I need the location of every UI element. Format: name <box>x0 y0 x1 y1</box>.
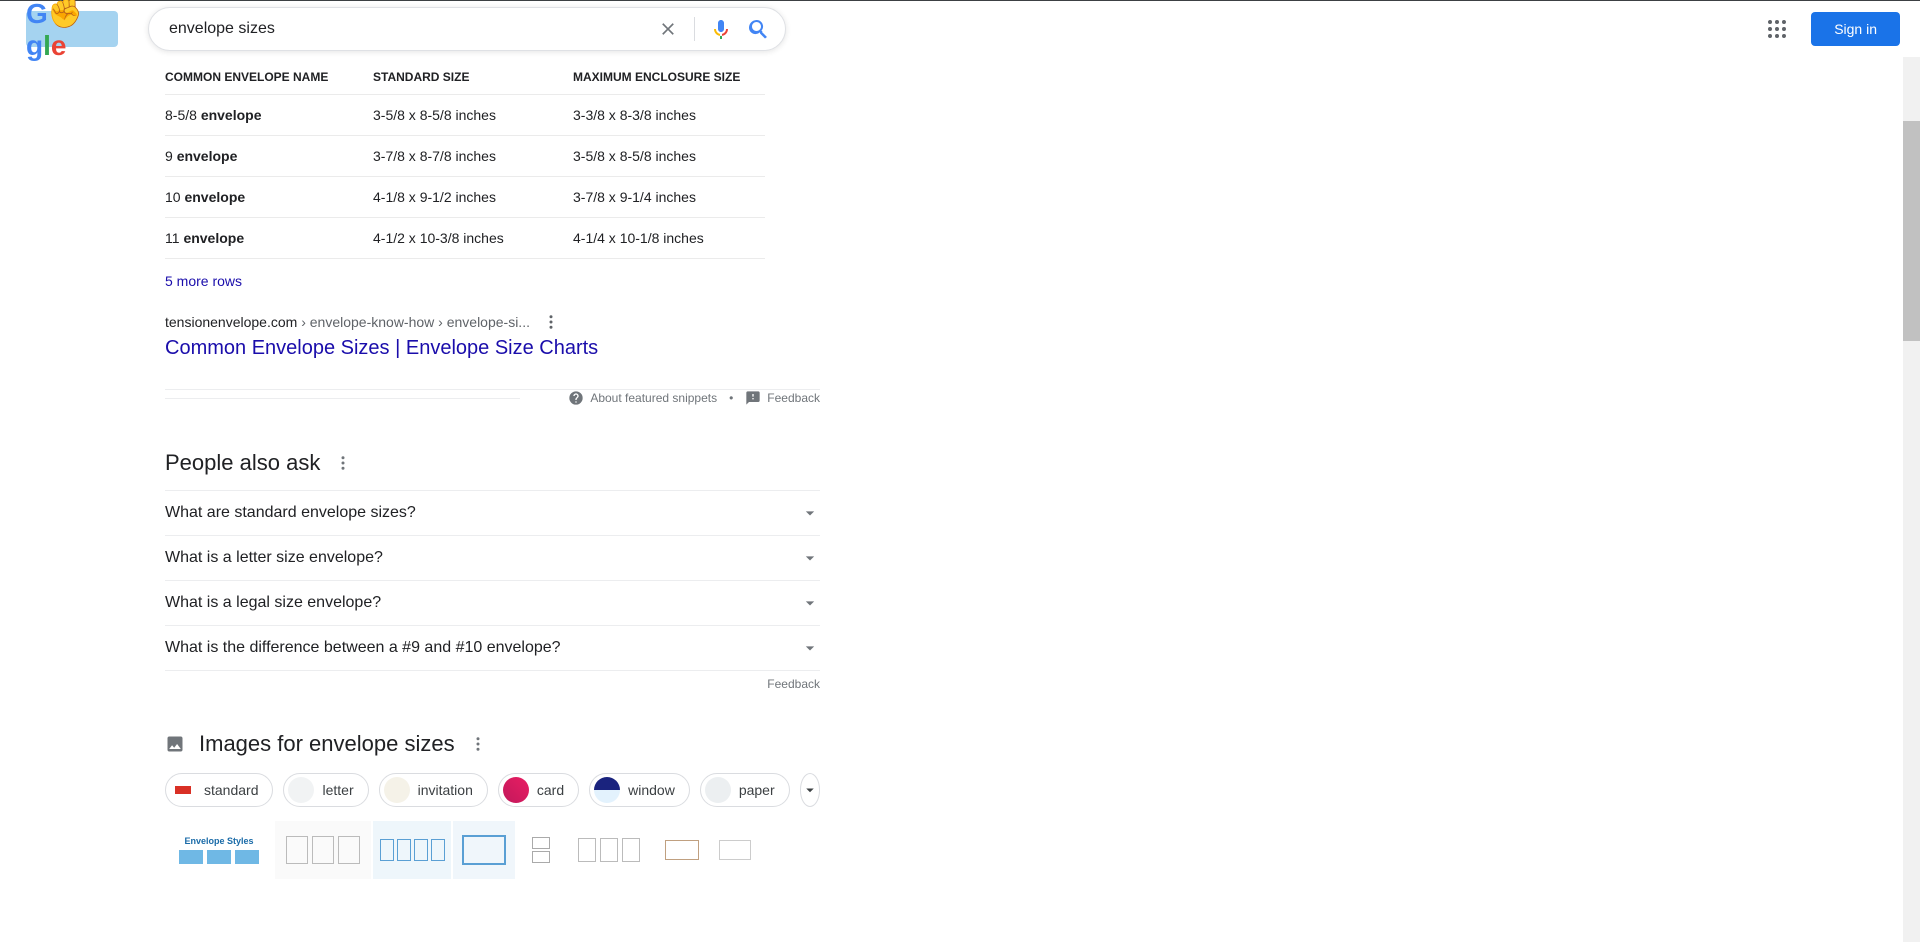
paa-question[interactable]: What is the difference between a #9 and … <box>165 626 820 671</box>
image-result[interactable] <box>453 821 515 879</box>
image-icon <box>165 734 185 754</box>
scrollbar-thumb[interactable] <box>1903 121 1920 341</box>
col-common-name: COMMON ENVELOPE NAME <box>165 62 373 95</box>
search-input[interactable] <box>169 8 656 50</box>
chip-paper[interactable]: paper <box>700 773 790 807</box>
table-row: 10 envelope 4-1/8 x 9-1/2 inches 3-7/8 x… <box>165 177 765 218</box>
chevron-down-icon <box>800 638 820 658</box>
result-menu-icon[interactable] <box>542 313 560 331</box>
chevron-down-icon <box>800 548 820 568</box>
image-result[interactable] <box>373 821 451 879</box>
images-menu-icon[interactable] <box>469 735 487 753</box>
image-gallery: Envelope Styles <box>165 821 820 879</box>
col-standard-size: STANDARD SIZE <box>373 62 573 95</box>
result-cite[interactable]: tensionenvelope.com › envelope-know-how … <box>165 314 530 330</box>
clear-icon[interactable] <box>656 17 680 41</box>
chip-card[interactable]: card <box>498 773 579 807</box>
col-max-enclosure: MAXIMUM ENCLOSURE SIZE <box>573 62 765 95</box>
about-featured-snippets-link[interactable]: About featured snippets <box>568 390 717 406</box>
image-result[interactable] <box>653 821 773 879</box>
people-also-ask-heading: People also ask <box>165 450 320 476</box>
image-result[interactable]: Envelope Styles <box>165 821 273 879</box>
chip-window[interactable]: window <box>589 773 690 807</box>
paa-question[interactable]: What is a letter size envelope? <box>165 536 820 581</box>
table-row: 8-5/8 envelope 3-5/8 x 8-5/8 inches 3-3/… <box>165 95 765 136</box>
paa-question[interactable]: What are standard envelope sizes? <box>165 491 820 536</box>
sign-in-button[interactable]: Sign in <box>1811 12 1900 46</box>
image-filter-chips: standard letter invitation card window p… <box>165 773 820 807</box>
paa-feedback-link[interactable]: Feedback <box>165 677 820 691</box>
chevron-down-icon <box>800 593 820 613</box>
header: G✊gle Sign in <box>0 0 1920 57</box>
images-for-heading: Images for envelope sizes <box>199 731 455 757</box>
search-bar[interactable] <box>148 7 786 51</box>
search-icon[interactable] <box>747 17 771 41</box>
main-content: COMMON ENVELOPE NAME STANDARD SIZE MAXIM… <box>165 56 820 879</box>
result-title-link[interactable]: Common Envelope Sizes | Envelope Size Ch… <box>165 335 598 361</box>
table-row: 9 envelope 3-7/8 x 8-7/8 inches 3-5/8 x … <box>165 136 765 177</box>
chip-standard[interactable]: standard <box>165 773 273 807</box>
chevron-down-icon <box>800 503 820 523</box>
scrollbar[interactable]: ▲ <box>1903 1 1920 942</box>
image-result[interactable] <box>567 821 651 879</box>
apps-icon[interactable] <box>1757 9 1797 49</box>
table-row: 11 envelope 4-1/2 x 10-3/8 inches 4-1/4 … <box>165 218 765 259</box>
google-logo[interactable]: G✊gle <box>26 11 118 47</box>
voice-search-icon[interactable] <box>709 17 733 41</box>
paa-menu-icon[interactable] <box>334 454 352 472</box>
more-rows-link[interactable]: 5 more rows <box>165 259 242 295</box>
feedback-link[interactable]: Feedback <box>745 390 820 406</box>
chip-expand-button[interactable] <box>800 773 820 807</box>
paa-question[interactable]: What is a legal size envelope? <box>165 581 820 626</box>
image-result[interactable] <box>517 821 565 879</box>
divider <box>694 17 695 41</box>
envelope-sizes-table: COMMON ENVELOPE NAME STANDARD SIZE MAXIM… <box>165 62 765 259</box>
chip-letter[interactable]: letter <box>283 773 368 807</box>
image-result[interactable] <box>275 821 371 879</box>
chip-invitation[interactable]: invitation <box>379 773 488 807</box>
